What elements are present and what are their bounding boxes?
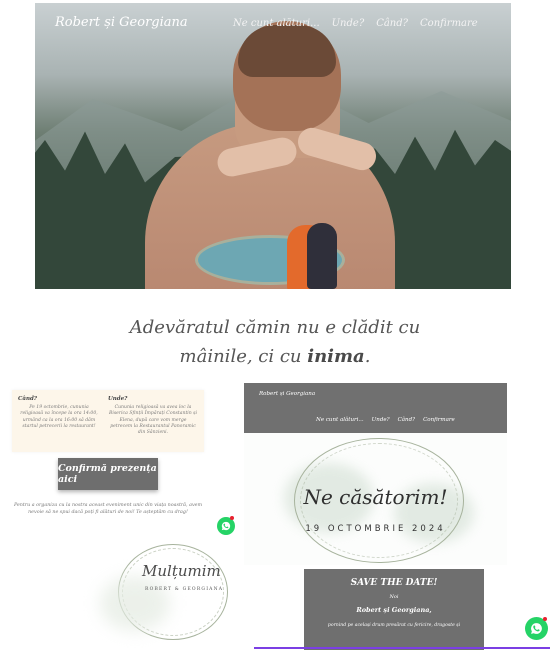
quote: Adevăratul cămin nu e clădit cu mâinile,… — [0, 313, 550, 371]
quote-text: mâinile, ci cu — [179, 346, 308, 367]
save-the-date-card: SAVE THE DATE! Noi Robert și Georgiana, … — [304, 569, 484, 650]
preview-title: Ne căsătorim! — [303, 485, 448, 509]
save-description: pornind pe același drum presărat cu feri… — [327, 623, 461, 628]
info-card: Când? Pe 19 octombrie, cununia religioas… — [12, 390, 204, 452]
notification-dot — [543, 617, 547, 621]
confirm-attendance-button[interactable]: Confirmă prezența aici — [58, 458, 158, 490]
save-noi: Noi — [389, 594, 399, 600]
main-nav: Ne cunt alături... Unde? Când? Confirmar… — [233, 18, 478, 29]
preview-date: 19 OCTOMBRIE 2024 — [305, 524, 446, 534]
quote-emphasis: inima — [307, 346, 365, 367]
hero-couple-man — [307, 223, 337, 289]
info-where-title: Unde? — [108, 396, 128, 402]
nav-item-story[interactable]: Ne cunt alături... — [233, 18, 320, 29]
preview-nav-confirm[interactable]: Confirmare — [423, 417, 455, 423]
quote-line-1: Adevăratul cămin nu e clădit cu — [129, 317, 421, 338]
whatsapp-icon — [221, 521, 231, 531]
thanks-title: Mulțumim — [142, 562, 221, 580]
preview-nav-story[interactable]: Ne cunt alături... — [316, 417, 364, 423]
nav-item-when[interactable]: Când? — [376, 18, 408, 29]
whatsapp-icon — [531, 623, 542, 634]
thanks-names: ROBERT & GEORGIANA — [145, 587, 224, 592]
nav-item-where[interactable]: Unde? — [332, 18, 365, 29]
preview-nav-where[interactable]: Unde? — [372, 417, 390, 423]
preview-hero: Ne căsătorim! 19 OCTOMBRIE 2024 — [244, 433, 507, 565]
accent-line — [254, 647, 550, 649]
info-when-title: Când? — [18, 396, 38, 402]
info-where: Unde? Cununia religioasă va avea loc la … — [108, 396, 198, 436]
quote-line-2: mâinile, ci cu inima. — [0, 342, 550, 371]
hero-man-hair — [238, 25, 336, 77]
whatsapp-button[interactable] — [525, 617, 548, 640]
whatsapp-button-small[interactable] — [217, 516, 235, 535]
save-names: Robert și Georgiana, — [356, 606, 432, 614]
quote-period: . — [364, 346, 371, 367]
notification-dot — [230, 516, 234, 520]
site-brand[interactable]: Robert și Georgiana — [55, 15, 188, 30]
nav-item-confirm[interactable]: Confirmare — [420, 18, 478, 29]
preview-brand[interactable]: Robert și Georgiana — [259, 391, 315, 397]
watercolor-splash — [100, 576, 170, 631]
save-title: SAVE THE DATE! — [350, 578, 438, 588]
info-when: Când? Pe 19 octombrie, cununia religioas… — [18, 396, 100, 430]
preview-header: Robert și Georgiana Ne cunt alături... U… — [244, 383, 507, 433]
preview-nav-when[interactable]: Când? — [398, 417, 416, 423]
hero-banner: Robert și Georgiana Ne cunt alături... U… — [35, 3, 511, 289]
info-where-text: Cununia religioasă va avea loc la Biseri… — [108, 405, 198, 436]
info-when-text: Pe 19 octombrie, cununia religioasă va î… — [20, 405, 98, 429]
preview-nav: Ne cunt alături... Unde? Când? Confirmar… — [316, 417, 455, 423]
rsvp-note: Pentru a organiza cu la nostra aceast ev… — [13, 503, 203, 515]
